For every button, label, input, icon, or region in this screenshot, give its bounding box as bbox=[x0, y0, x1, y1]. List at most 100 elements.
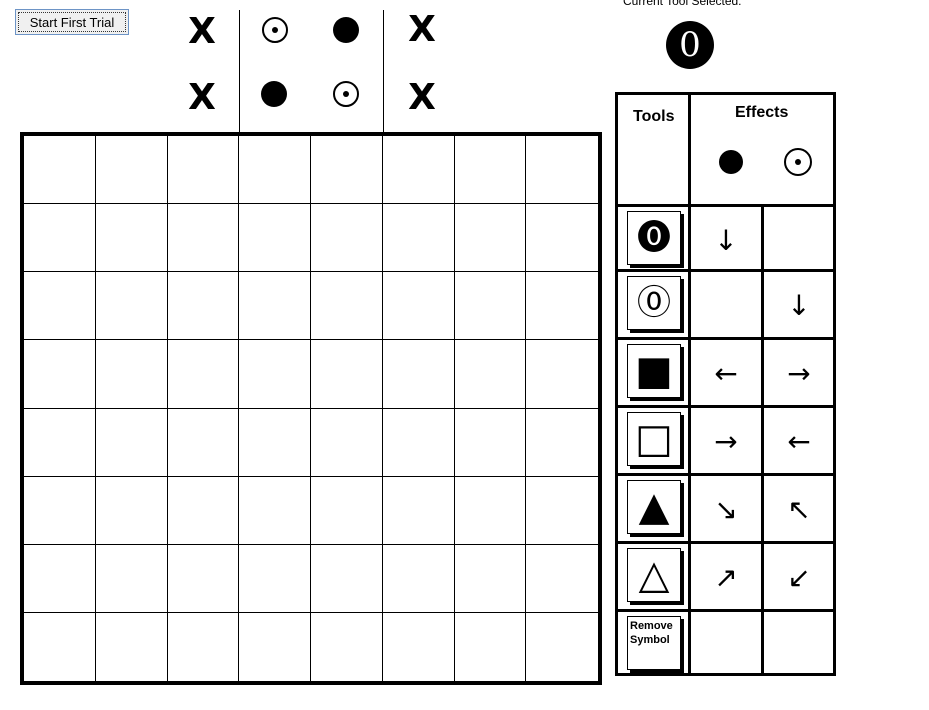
board-cell[interactable] bbox=[95, 136, 168, 205]
x-mark: X bbox=[188, 77, 216, 118]
board-cell[interactable] bbox=[526, 409, 598, 477]
board-cell[interactable] bbox=[96, 612, 168, 681]
panel-gridline bbox=[761, 204, 764, 676]
board-cell[interactable] bbox=[95, 272, 168, 341]
board-cell[interactable] bbox=[382, 340, 455, 409]
filled-square-icon: ■ bbox=[635, 348, 673, 394]
board-cell[interactable] bbox=[526, 545, 598, 613]
board-cell[interactable] bbox=[239, 204, 311, 273]
filled-triangle-tool-button[interactable]: ▲ bbox=[627, 480, 681, 534]
board-cell[interactable] bbox=[24, 272, 96, 341]
filled-circle-icon bbox=[254, 78, 294, 110]
panel-gridline bbox=[615, 269, 836, 272]
board-cell[interactable] bbox=[311, 408, 383, 477]
board-cell[interactable] bbox=[454, 204, 527, 273]
outline-square-tool-button[interactable]: □ bbox=[627, 412, 681, 466]
board-cell[interactable] bbox=[95, 204, 168, 273]
board-cell[interactable] bbox=[526, 204, 598, 273]
filled-circle-icon bbox=[326, 14, 366, 46]
board-cell[interactable] bbox=[95, 476, 168, 545]
filled-zero-tool-button[interactable]: ⓿ bbox=[627, 211, 681, 265]
board-cell[interactable] bbox=[311, 476, 383, 545]
board-cell[interactable] bbox=[239, 544, 311, 613]
board-cell[interactable] bbox=[167, 136, 240, 205]
outline-square-icon: □ bbox=[635, 416, 673, 462]
filled-triangle-icon: ▲ bbox=[638, 484, 670, 530]
x-mark: X bbox=[188, 11, 216, 52]
board-cell[interactable] bbox=[382, 204, 455, 273]
panel-gridline bbox=[615, 541, 836, 544]
board-cell[interactable] bbox=[311, 272, 383, 341]
board-cell[interactable] bbox=[454, 136, 527, 205]
board-cell[interactable] bbox=[239, 612, 311, 681]
board-cell[interactable] bbox=[95, 408, 168, 477]
panel-gridline bbox=[615, 405, 836, 408]
board-cell[interactable] bbox=[526, 340, 598, 409]
board-cell[interactable] bbox=[526, 477, 598, 545]
effect-empty-cell bbox=[764, 207, 834, 273]
board-cell[interactable] bbox=[382, 136, 455, 205]
board-cell[interactable] bbox=[239, 408, 311, 477]
board-cell[interactable] bbox=[24, 204, 96, 273]
board-cell[interactable] bbox=[239, 476, 311, 545]
board-cell[interactable] bbox=[455, 612, 527, 681]
outline-zero-tool-button[interactable]: ⓪ bbox=[627, 276, 681, 330]
filled-zero-icon: ⓿ bbox=[637, 218, 671, 258]
board-cell[interactable] bbox=[382, 408, 455, 477]
board-cell[interactable] bbox=[526, 136, 598, 205]
legend-divider bbox=[383, 10, 384, 134]
board-cell[interactable] bbox=[454, 272, 527, 341]
target-circle-icon bbox=[255, 14, 295, 46]
board-cell[interactable] bbox=[382, 476, 455, 545]
remove-symbol-tool-button[interactable]: Remove Symbol bbox=[627, 616, 681, 670]
board-cell[interactable] bbox=[167, 340, 240, 409]
start-first-trial-button[interactable]: Start First Trial bbox=[15, 9, 129, 35]
effect-empty-cell bbox=[691, 272, 761, 338]
board-cell[interactable] bbox=[311, 544, 383, 613]
outline-triangle-tool-button[interactable]: △ bbox=[627, 548, 681, 602]
board-cell[interactable] bbox=[311, 612, 383, 681]
board-cell[interactable] bbox=[239, 340, 311, 409]
board-cell[interactable] bbox=[95, 544, 168, 613]
x-mark: X bbox=[408, 77, 436, 118]
board-cell[interactable] bbox=[382, 272, 455, 341]
legend-divider bbox=[239, 10, 240, 134]
board-cell[interactable] bbox=[454, 476, 527, 545]
panel-gridline bbox=[615, 609, 836, 612]
board-cell[interactable] bbox=[24, 340, 96, 409]
board-cell[interactable] bbox=[167, 204, 240, 273]
board-cell[interactable] bbox=[167, 544, 240, 613]
board-cell[interactable] bbox=[24, 476, 96, 545]
board-cell[interactable] bbox=[382, 544, 455, 613]
panel-gridline bbox=[615, 473, 836, 476]
board-cell[interactable] bbox=[454, 544, 527, 613]
board-cell[interactable] bbox=[24, 408, 96, 477]
board-cell[interactable] bbox=[454, 340, 527, 409]
filled-square-tool-button[interactable]: ■ bbox=[627, 344, 681, 398]
board-cell[interactable] bbox=[311, 136, 383, 205]
board-cell[interactable] bbox=[95, 340, 168, 409]
board-cell[interactable] bbox=[526, 272, 598, 341]
effect-arrow-icon: ↘ bbox=[714, 492, 738, 526]
board-cell[interactable] bbox=[239, 136, 311, 205]
board-cell[interactable] bbox=[24, 136, 96, 205]
board-cell[interactable] bbox=[383, 612, 455, 681]
board-cell[interactable] bbox=[167, 408, 240, 477]
board-cell[interactable] bbox=[454, 408, 527, 477]
panel-gridline bbox=[688, 92, 691, 676]
board-cell[interactable] bbox=[239, 272, 311, 341]
effect-empty-cell bbox=[691, 612, 761, 678]
board-cell[interactable] bbox=[24, 612, 96, 681]
board-cell[interactable] bbox=[168, 612, 240, 681]
current-tool-label: Current Tool Selected: bbox=[623, 0, 742, 8]
remove-symbol-label: Remove Symbol bbox=[630, 620, 673, 646]
effect-arrow-icon: ← bbox=[714, 356, 738, 390]
target-circle-icon bbox=[326, 78, 366, 110]
board-cell[interactable] bbox=[311, 340, 383, 409]
effect-arrow-icon: ↓ bbox=[787, 288, 811, 322]
board-cell[interactable] bbox=[167, 272, 240, 341]
board-cell[interactable] bbox=[526, 613, 598, 681]
board-cell[interactable] bbox=[167, 476, 240, 545]
board-cell[interactable] bbox=[24, 544, 96, 613]
board-cell[interactable] bbox=[311, 204, 383, 273]
